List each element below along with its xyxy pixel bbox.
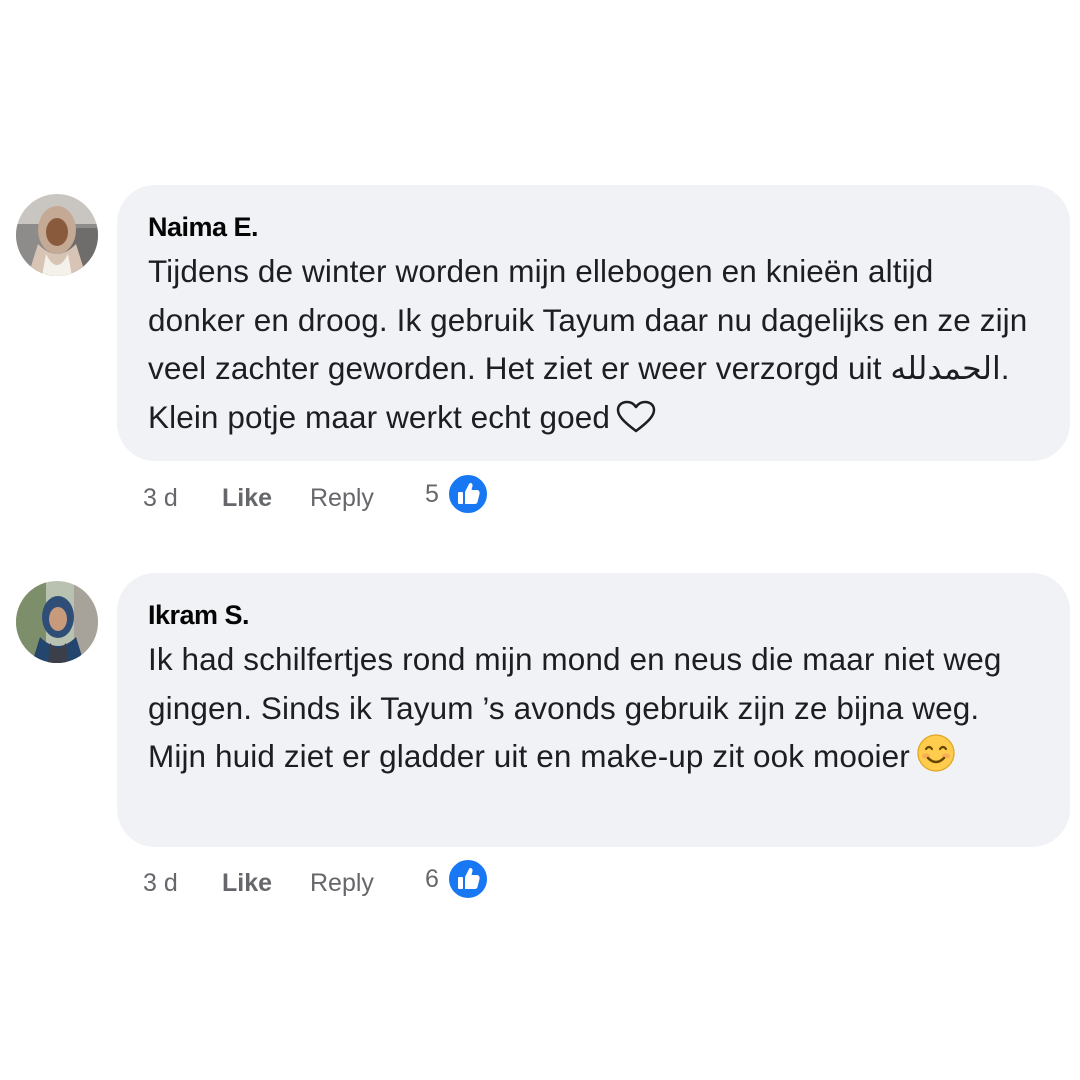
thumbs-up-icon[interactable] [447,858,489,900]
comment-text: Tijdens de winter worden mijn ellebogen … [148,247,1030,447]
comment-timestamp[interactable]: 3 d [143,483,178,513]
avatar[interactable] [16,581,98,663]
reply-button[interactable]: Reply [310,868,374,898]
comment-bubble: Naima E. Tijdens de winter worden mijn e… [117,185,1070,461]
avatar-photo [16,194,98,276]
comment-timestamp[interactable]: 3 d [143,868,178,898]
comment-body: Ik had schilfertjes rond mijn mond en ne… [148,641,1002,774]
comment-bubble: Ikram S. Ik had schilfertjes rond mijn m… [117,573,1070,847]
smiling-face-emoji [916,733,956,787]
reaction-count[interactable]: 5 [425,479,439,509]
like-button[interactable]: Like [222,483,272,513]
comment-author[interactable]: Naima E. [148,213,1030,241]
comment-author[interactable]: Ikram S. [148,601,1030,629]
reaction-count[interactable]: 6 [425,864,439,894]
comment-actions: 3 d Like Reply 6 [0,858,1080,908]
heart-outline-icon [616,399,656,448]
like-button[interactable]: Like [222,868,272,898]
thumbs-up-icon[interactable] [447,473,489,515]
reply-button[interactable]: Reply [310,483,374,513]
comment-actions: 3 d Like Reply 5 [0,473,1080,523]
comment-text: Ik had schilfertjes rond mijn mond en ne… [148,635,1030,787]
comment-body: Tijdens de winter worden mijn ellebogen … [148,253,1028,435]
avatar-photo [16,581,98,663]
avatar[interactable] [16,194,98,276]
